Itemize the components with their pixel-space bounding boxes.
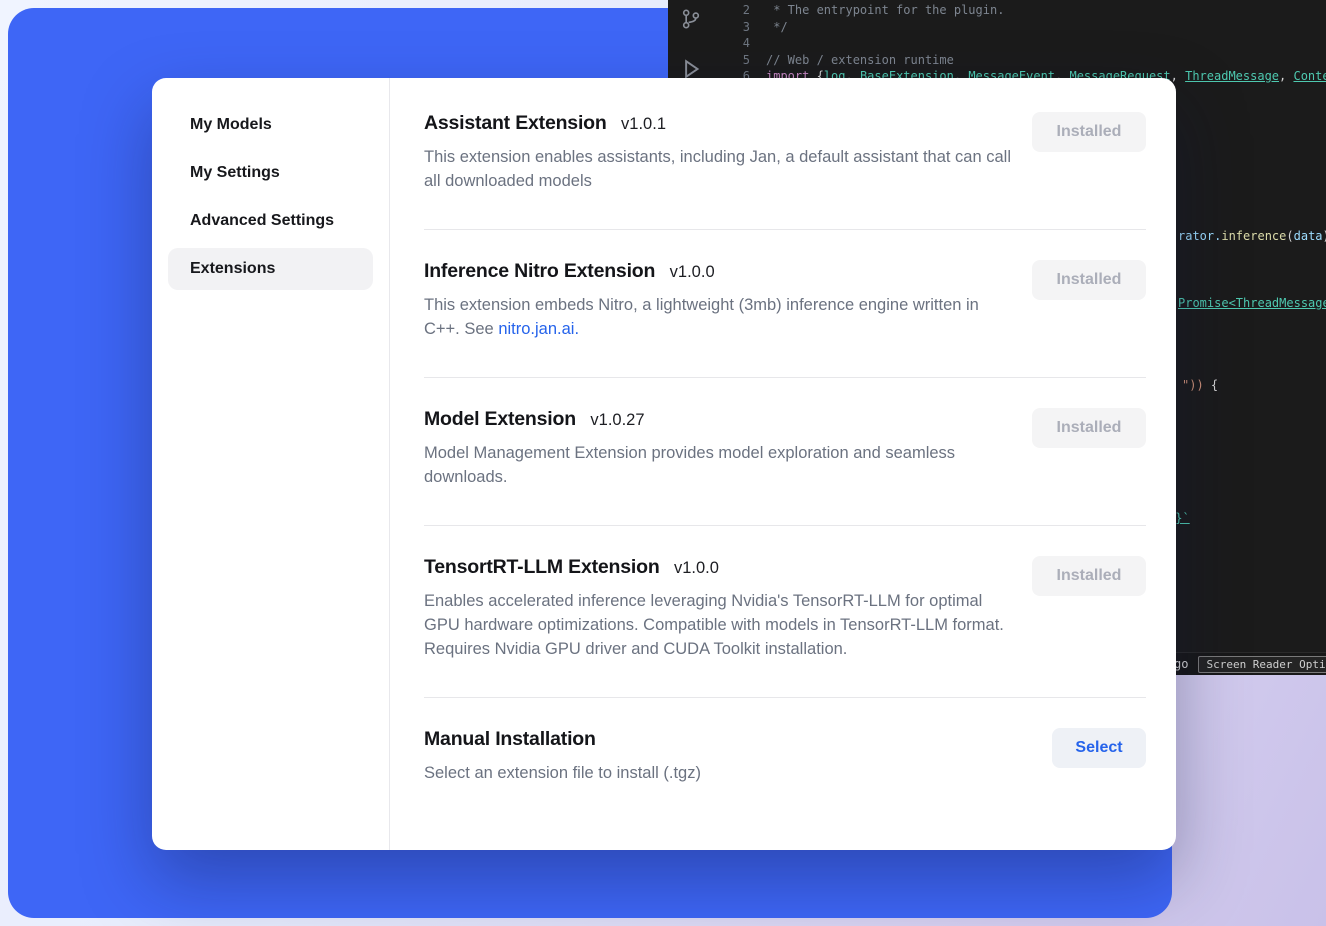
extension-row-model: Model Extension v1.0.27 Model Management… bbox=[424, 378, 1146, 526]
nitro-jan-ai-link[interactable]: nitro.jan.ai. bbox=[498, 320, 579, 338]
installed-button[interactable]: Installed bbox=[1032, 556, 1146, 596]
sidebar-item-advanced-settings[interactable]: Advanced Settings bbox=[168, 200, 373, 242]
page-background: 2 * The entrypoint for the plugin.3 */45… bbox=[0, 0, 1326, 926]
status-language-label[interactable]: go bbox=[1174, 657, 1188, 671]
extensions-panel: Assistant Extension v1.0.1 This extensio… bbox=[390, 78, 1176, 850]
sidebar-item-my-models[interactable]: My Models bbox=[168, 104, 373, 146]
installed-button[interactable]: Installed bbox=[1032, 408, 1146, 448]
screen-reader-optimize-badge[interactable]: Screen Reader Optimize bbox=[1198, 656, 1326, 673]
select-file-button[interactable]: Select bbox=[1052, 728, 1146, 768]
code-fragment: Promise<ThreadMessage> bbox=[1178, 296, 1326, 310]
code-lines: 2 * The entrypoint for the plugin.3 */45… bbox=[724, 2, 1326, 85]
sidebar-item-my-settings[interactable]: My Settings bbox=[168, 152, 373, 194]
manual-installation-row: Manual Installation Select an extension … bbox=[424, 698, 1146, 815]
extension-version: v1.0.0 bbox=[670, 263, 715, 281]
installed-button[interactable]: Installed bbox=[1032, 112, 1146, 152]
installed-button[interactable]: Installed bbox=[1032, 260, 1146, 300]
settings-sidebar: My Models My Settings Advanced Settings … bbox=[152, 78, 390, 850]
extension-title: Model Extension bbox=[424, 408, 576, 430]
extension-description: Enables accelerated inference leveraging… bbox=[424, 589, 1019, 661]
extension-version: v1.0.27 bbox=[590, 411, 644, 429]
code-fragment: ")) { bbox=[1182, 378, 1218, 392]
extension-title: TensortRT-LLM Extension bbox=[424, 556, 660, 578]
extension-description: Model Management Extension provides mode… bbox=[424, 441, 1019, 489]
extension-description: This extension enables assistants, inclu… bbox=[424, 145, 1019, 193]
extension-title: Inference Nitro Extension bbox=[424, 260, 655, 282]
extension-title: Assistant Extension bbox=[424, 112, 607, 134]
settings-dialog: My Models My Settings Advanced Settings … bbox=[152, 78, 1176, 850]
manual-installation-title: Manual Installation bbox=[424, 728, 596, 750]
extension-version: v1.0.0 bbox=[674, 559, 719, 577]
extension-row-nitro: Inference Nitro Extension v1.0.0 This ex… bbox=[424, 230, 1146, 378]
code-fragment: rator.inference(data)); bbox=[1178, 229, 1326, 243]
extension-description: This extension embeds Nitro, a lightweig… bbox=[424, 293, 1019, 341]
extension-version: v1.0.1 bbox=[621, 115, 666, 133]
sidebar-item-extensions[interactable]: Extensions bbox=[168, 248, 373, 290]
manual-installation-description: Select an extension file to install (.tg… bbox=[424, 761, 701, 785]
extension-row-tensorrt: TensortRT-LLM Extension v1.0.0 Enables a… bbox=[424, 526, 1146, 698]
extension-row-assistant: Assistant Extension v1.0.1 This extensio… bbox=[424, 112, 1146, 230]
git-branch-icon[interactable] bbox=[680, 8, 702, 33]
